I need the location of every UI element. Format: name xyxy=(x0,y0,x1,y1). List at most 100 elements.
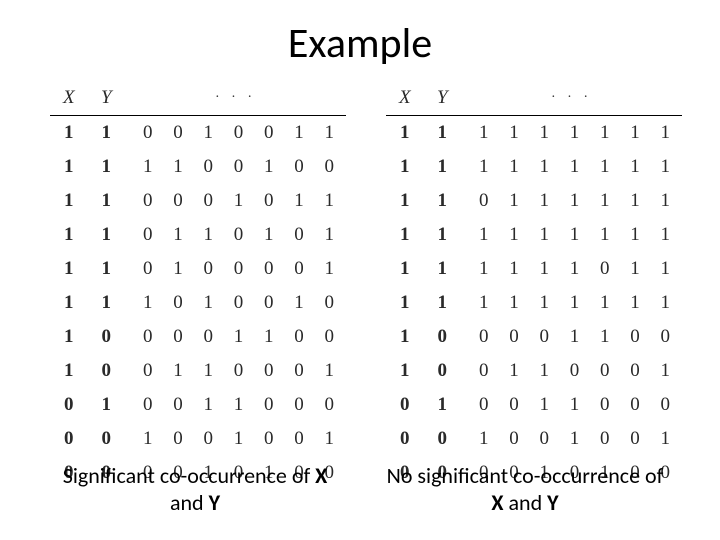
cell-bits: 1 1 0 0 1 0 0 xyxy=(125,150,346,184)
left-table: X Y · · · 110 0 1 0 0 1 1111 1 0 0 1 0 0… xyxy=(50,83,346,490)
table-row: 001 0 0 1 0 0 1 xyxy=(386,422,682,456)
cell-bits: 0 1 1 0 0 0 1 xyxy=(125,354,346,388)
table-row: 111 1 1 1 1 1 1 xyxy=(386,150,682,184)
cell-y: 1 xyxy=(424,286,462,320)
cell-bits: 1 1 1 1 0 1 1 xyxy=(461,252,682,286)
cell-y: 1 xyxy=(88,252,126,286)
cell-x: 1 xyxy=(50,286,88,320)
table-row: 100 0 0 1 1 0 0 xyxy=(386,320,682,354)
cell-x: 1 xyxy=(386,150,424,184)
cell-bits: 1 1 1 1 1 1 1 xyxy=(461,286,682,320)
cell-x: 1 xyxy=(386,252,424,286)
cell-bits: 1 1 1 1 1 1 1 xyxy=(461,116,682,151)
slide: Example X Y · · · 110 0 1 0 0 1 1111 1 0… xyxy=(0,0,720,540)
cell-x: 1 xyxy=(386,116,424,151)
caption-text: Significant co-occurrence of xyxy=(63,462,315,489)
cell-bits: 0 0 1 1 0 0 0 xyxy=(461,388,682,422)
cell-bits: 0 0 0 1 1 0 0 xyxy=(461,320,682,354)
table-row: 110 1 0 0 0 0 1 xyxy=(50,252,346,286)
cell-x: 1 xyxy=(50,320,88,354)
table-row: 100 1 1 0 0 0 1 xyxy=(50,354,346,388)
table-row: 110 0 0 1 0 1 1 xyxy=(50,184,346,218)
table-row: 110 1 1 1 1 1 1 xyxy=(386,184,682,218)
cell-y: 1 xyxy=(424,150,462,184)
caption-x: X xyxy=(315,462,327,489)
caption-y: Y xyxy=(547,489,558,516)
right-caption: No significant co-occurrence of X and Y xyxy=(380,463,670,516)
table-row: 100 1 1 0 0 0 1 xyxy=(386,354,682,388)
table-row: 111 1 1 1 1 1 1 xyxy=(386,286,682,320)
table-row: 001 0 0 1 0 0 1 xyxy=(50,422,346,456)
cell-y: 0 xyxy=(424,320,462,354)
cell-x: 1 xyxy=(50,116,88,151)
cell-y: 1 xyxy=(88,116,126,151)
cell-y: 1 xyxy=(424,116,462,151)
col-header-x: X xyxy=(50,83,88,116)
table-row: 010 0 1 1 0 0 0 xyxy=(50,388,346,422)
cell-x: 1 xyxy=(386,354,424,388)
cell-bits: 1 1 1 1 1 1 1 xyxy=(461,218,682,252)
cell-y: 1 xyxy=(88,218,126,252)
cell-x: 1 xyxy=(50,218,88,252)
cell-y: 0 xyxy=(424,354,462,388)
cell-y: 0 xyxy=(88,320,126,354)
cell-y: 1 xyxy=(88,150,126,184)
cell-x: 1 xyxy=(386,218,424,252)
cell-y: 1 xyxy=(424,388,462,422)
cell-bits: 0 0 0 1 1 0 0 xyxy=(125,320,346,354)
cell-bits: 0 1 1 1 1 1 1 xyxy=(461,184,682,218)
left-table-wrap: X Y · · · 110 0 1 0 0 1 1111 1 0 0 1 0 0… xyxy=(50,83,346,490)
col-header-y: Y xyxy=(424,83,462,116)
cell-x: 1 xyxy=(386,184,424,218)
table-row: 111 1 1 1 1 1 1 xyxy=(386,116,682,151)
left-caption: Significant co-occurrence of X and Y xyxy=(50,463,340,516)
table-row: 111 1 0 0 1 0 0 xyxy=(50,150,346,184)
table-row: 110 1 1 0 1 0 1 xyxy=(50,218,346,252)
cell-bits: 0 0 0 1 0 1 1 xyxy=(125,184,346,218)
col-header-rest: · · · xyxy=(461,83,682,116)
page-title: Example xyxy=(40,18,680,69)
right-table: X Y · · · 111 1 1 1 1 1 1111 1 1 1 1 1 1… xyxy=(386,83,682,490)
cell-bits: 1 0 1 0 0 1 0 xyxy=(125,286,346,320)
cell-y: 0 xyxy=(88,422,126,456)
col-header-y: Y xyxy=(88,83,126,116)
cell-x: 0 xyxy=(386,422,424,456)
cell-x: 1 xyxy=(386,320,424,354)
cell-bits: 0 0 1 0 0 1 1 xyxy=(125,116,346,151)
cell-y: 1 xyxy=(88,286,126,320)
caption-x: X xyxy=(491,489,503,516)
table-row: 111 0 1 0 0 1 0 xyxy=(50,286,346,320)
right-table-wrap: X Y · · · 111 1 1 1 1 1 1111 1 1 1 1 1 1… xyxy=(386,83,682,490)
cell-y: 0 xyxy=(424,422,462,456)
cell-bits: 0 1 1 0 1 0 1 xyxy=(125,218,346,252)
cell-x: 1 xyxy=(50,354,88,388)
cell-bits: 0 0 1 1 0 0 0 xyxy=(125,388,346,422)
cell-x: 0 xyxy=(386,388,424,422)
cell-bits: 1 1 1 1 1 1 1 xyxy=(461,150,682,184)
cell-bits: 0 1 0 0 0 0 1 xyxy=(125,252,346,286)
cell-bits: 1 0 0 1 0 0 1 xyxy=(461,422,682,456)
caption-text: and xyxy=(504,489,548,516)
cell-x: 1 xyxy=(50,150,88,184)
cell-bits: 0 1 1 0 0 0 1 xyxy=(461,354,682,388)
cell-y: 1 xyxy=(424,184,462,218)
cell-y: 0 xyxy=(88,354,126,388)
table-row: 100 0 0 1 1 0 0 xyxy=(50,320,346,354)
table-row: 111 1 1 1 0 1 1 xyxy=(386,252,682,286)
cell-x: 0 xyxy=(50,388,88,422)
cell-y: 1 xyxy=(88,184,126,218)
cell-y: 1 xyxy=(424,252,462,286)
cell-x: 1 xyxy=(50,184,88,218)
captions-row: Significant co-occurrence of X and Y No … xyxy=(40,463,680,516)
cell-x: 1 xyxy=(50,252,88,286)
tables-container: X Y · · · 110 0 1 0 0 1 1111 1 0 0 1 0 0… xyxy=(40,83,680,490)
caption-y: Y xyxy=(209,489,220,516)
caption-text: and xyxy=(170,489,209,516)
table-row: 111 1 1 1 1 1 1 xyxy=(386,218,682,252)
col-header-rest: · · · xyxy=(125,83,346,116)
table-row: 010 0 1 1 0 0 0 xyxy=(386,388,682,422)
cell-x: 0 xyxy=(50,422,88,456)
cell-y: 1 xyxy=(424,218,462,252)
cell-x: 1 xyxy=(386,286,424,320)
cell-y: 1 xyxy=(88,388,126,422)
